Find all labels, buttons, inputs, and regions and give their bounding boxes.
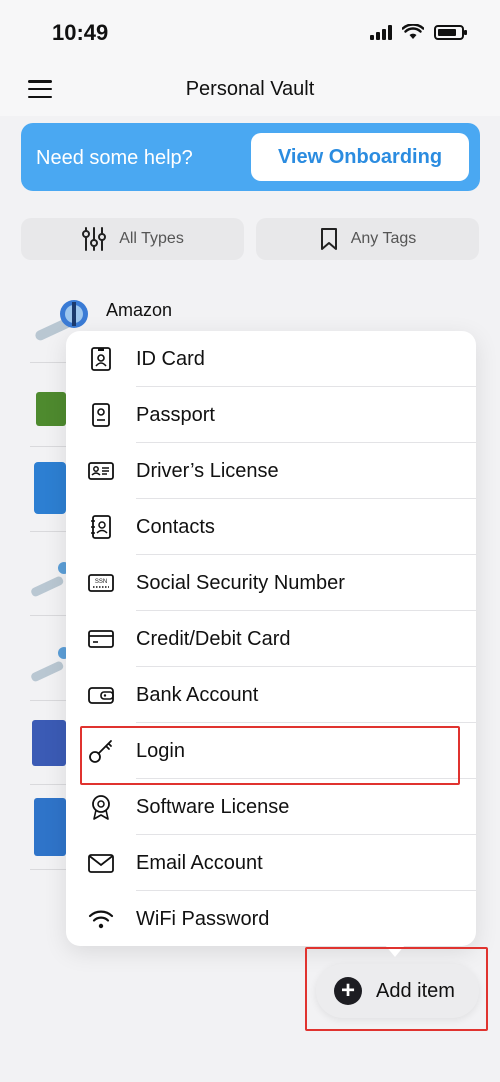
page-title: Personal Vault — [185, 78, 315, 100]
ssn-icon: SSN — [88, 574, 114, 592]
status-time: 10:49 — [52, 20, 109, 45]
bank-account-icon — [88, 687, 114, 704]
divider — [30, 869, 66, 870]
menu-item-label: Credit/Debit Card — [136, 628, 291, 650]
menu-item-wifi-password[interactable]: WiFi Password — [66, 891, 476, 947]
header: Personal Vault — [0, 64, 500, 116]
bookmark-icon — [320, 228, 337, 250]
divider — [30, 531, 66, 532]
wallet-thumbnail-icon[interactable] — [36, 392, 66, 426]
all-types-filter[interactable]: All Types — [21, 218, 244, 260]
wifi-status-icon — [402, 24, 424, 39]
sliders-icon — [82, 227, 107, 251]
menu-item-credit-card[interactable]: Credit/Debit Card — [66, 611, 476, 667]
divider — [30, 700, 66, 701]
menu-item-label: ID Card — [136, 348, 205, 370]
card-thumbnail-icon[interactable] — [32, 720, 66, 766]
cellular-signal-icon — [370, 24, 392, 40]
contacts-icon — [91, 515, 111, 539]
credit-card-icon — [88, 630, 114, 648]
software-license-icon — [92, 795, 110, 820]
svg-text:SSN: SSN — [95, 579, 107, 585]
login-highlight-box — [80, 726, 460, 785]
email-thumbnail-icon[interactable] — [34, 462, 66, 514]
any-tags-label: Any Tags — [350, 230, 417, 247]
menu-item-ssn[interactable]: SSN Social Security Number — [66, 555, 476, 611]
add-item-highlight-box — [305, 947, 488, 1031]
menu-item-label: Social Security Number — [136, 572, 345, 594]
passport-icon — [92, 403, 110, 427]
menu-item-label: Bank Account — [136, 684, 259, 706]
status-bar: 10:49 — [0, 0, 500, 64]
menu-item-software-license[interactable]: Software License — [66, 779, 476, 835]
key-thumbnail-icon-2[interactable] — [30, 560, 66, 600]
all-types-label: All Types — [119, 230, 184, 247]
id-card-icon — [91, 347, 111, 371]
divider — [30, 362, 66, 363]
status-icons — [370, 24, 467, 40]
list-item-amazon[interactable]: Amazon — [106, 300, 172, 321]
divider — [30, 784, 66, 785]
menu-item-label: Driver’s License — [136, 460, 279, 482]
help-banner: Need some help? View Onboarding — [21, 123, 480, 191]
menu-item-label: Email Account — [136, 852, 263, 874]
email-icon — [88, 854, 114, 873]
battery-icon — [434, 24, 467, 40]
menu-item-id-card[interactable]: ID Card — [66, 331, 476, 387]
any-tags-filter[interactable]: Any Tags — [256, 218, 479, 260]
divider — [30, 446, 66, 447]
wifi-icon — [88, 910, 114, 929]
menu-item-drivers-license[interactable]: Driver’s License — [66, 443, 476, 499]
menu-item-label: Contacts — [136, 516, 215, 538]
view-onboarding-button[interactable]: View Onboarding — [251, 133, 469, 181]
item-type-menu: ID Card Passport Driver’s License Contac… — [66, 331, 476, 946]
menu-item-label: WiFi Password — [136, 908, 270, 930]
menu-item-label: Passport — [136, 404, 215, 426]
menu-item-passport[interactable]: Passport — [66, 387, 476, 443]
divider — [30, 615, 66, 616]
menu-item-label: Software License — [136, 796, 290, 818]
menu-item-email-account[interactable]: Email Account — [66, 835, 476, 891]
help-text: Need some help? — [36, 147, 193, 169]
key-thumbnail-icon-3[interactable] — [30, 645, 66, 685]
license-thumbnail-icon[interactable] — [34, 798, 66, 856]
menu-item-bank-account[interactable]: Bank Account — [66, 667, 476, 723]
drivers-license-icon — [88, 462, 114, 480]
menu-item-contacts[interactable]: Contacts — [66, 499, 476, 555]
